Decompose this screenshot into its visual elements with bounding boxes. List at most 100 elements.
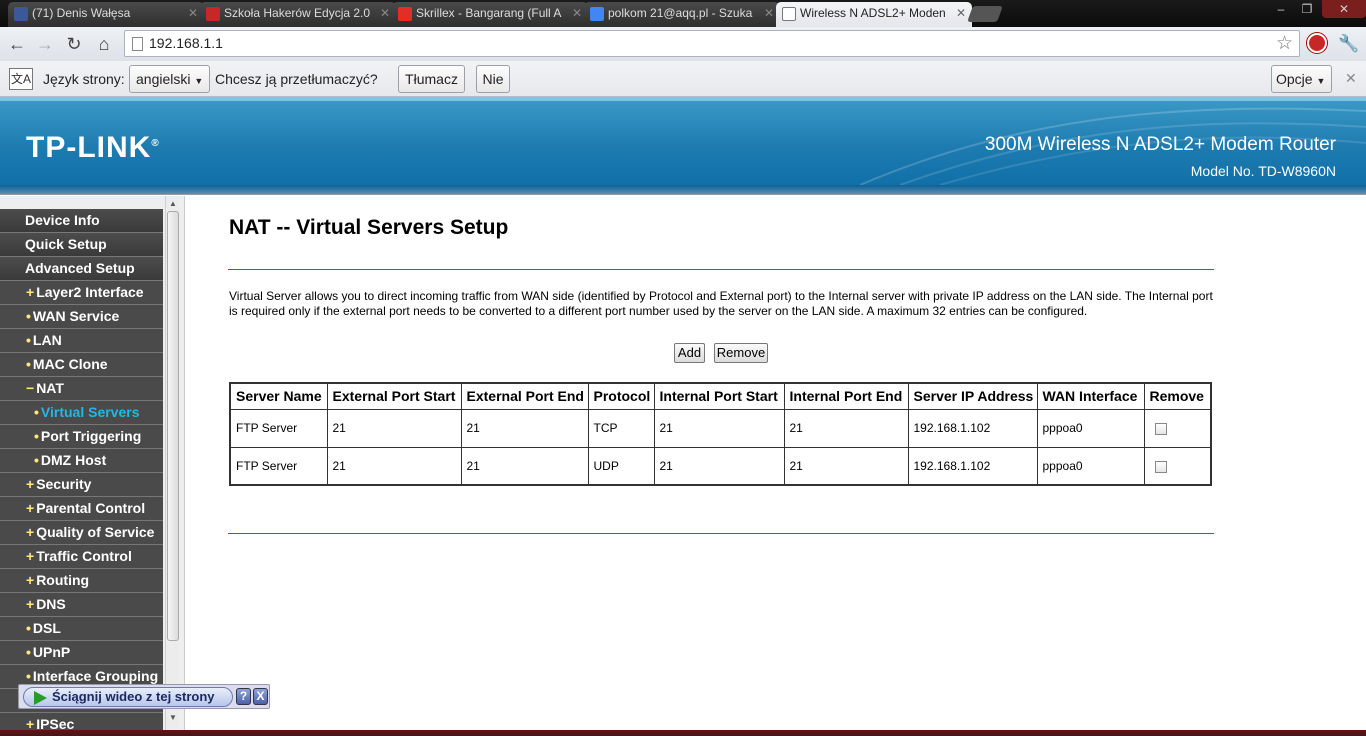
remove-checkbox[interactable] [1154,422,1167,435]
add-button[interactable]: Add [674,343,705,363]
wrench-icon[interactable]: 🔧 [1337,32,1361,56]
forward-icon[interactable]: → [33,32,57,56]
sidebar-item-label: MAC Clone [32,356,108,372]
translate-button[interactable]: Tłumacz [398,65,465,93]
favicon-icon [14,7,28,21]
bullet-icon: + [26,524,35,540]
minimize-icon[interactable]: ‒ [1268,0,1294,18]
sidebar-item-11[interactable]: + Security [0,473,163,497]
table-cell: 192.168.1.102 [907,408,1038,448]
sidebar-item-15[interactable]: + Routing [0,569,163,593]
column-header: Internal Port Start [653,382,785,410]
options-button[interactable]: Opcje ▼ [1271,65,1332,93]
sidebar-item-6[interactable]: • MAC Clone [0,353,163,377]
sidebar-item-16[interactable]: + DNS [0,593,163,617]
tab-title: Szkoła Hakerów Edycja 2.0 [224,6,371,20]
url-text[interactable]: 192.168.1.1 [149,35,223,51]
tab-close-icon[interactable]: ✕ [764,2,774,24]
sidebar-item-13[interactable]: + Quality of Service [0,521,163,545]
scroll-thumb[interactable] [167,211,179,641]
sidebar-item-5[interactable]: • LAN [0,329,163,353]
remove-cell [1143,408,1212,448]
tab-3[interactable]: polkom 21@aqq.pl - Szuka ✕ [584,2,780,27]
sidebar-item-label: DNS [36,596,66,612]
tab-close-icon[interactable]: ✕ [572,2,582,24]
sidebar-item-label: Security [36,476,92,492]
reload-icon[interactable]: ↻ [62,32,86,56]
table-cell: 21 [653,446,785,486]
sidebar-item-label: NAT [36,380,64,396]
sidebar-item-label: DMZ Host [40,452,107,468]
tab-1[interactable]: Szkoła Hakerów Edycja 2.0 ✕ [200,2,396,27]
sidebar-item-10[interactable]: • DMZ Host [0,449,163,473]
bullet-icon: • [34,428,39,444]
tab-close-icon[interactable]: ✕ [380,2,390,24]
remove-checkbox[interactable] [1154,460,1167,473]
page-title: NAT -- Virtual Servers Setup [229,216,509,239]
router-header: TP-LINK® 300M Wireless N ADSL2+ Modem Ro… [0,97,1366,185]
sidebar-item-17[interactable]: • DSL [0,617,163,641]
table-cell: 21 [326,408,462,448]
bullet-icon: • [26,356,31,372]
favicon-icon [782,7,796,21]
sidebar-item-label: Device Info [25,212,100,228]
tab-4[interactable]: Wireless N ADSL2+ Moden ✕ [776,2,972,27]
maximize-icon[interactable]: ❐ [1294,0,1320,18]
logo-mark: ® [151,138,160,149]
no-button[interactable]: Nie [476,65,510,93]
logo-text: TP-LINK [26,131,152,164]
sidebar-item-18[interactable]: • UPnP [0,641,163,665]
remove-button[interactable]: Remove [714,343,768,363]
translate-close-icon[interactable]: ✕ [1345,70,1357,87]
sidebar-item-2[interactable]: Advanced Setup [0,257,163,281]
table-cell: TCP [587,408,655,448]
sidebar-item-1[interactable]: Quick Setup [0,233,163,257]
address-bar[interactable]: 192.168.1.1 ☆ [124,30,1300,57]
sidebar-item-7[interactable]: − NAT [0,377,163,401]
translate-bar: 文A Język strony: angielski ▼ Chcesz ją p… [0,61,1366,97]
tab-0[interactable]: (71) Denis Wałęsa ✕ [8,2,204,27]
sidebar-item-label: Port Triggering [40,428,142,444]
sidebar-item-8[interactable]: • Virtual Servers [0,401,163,425]
model-number: Model No. TD-W8960N [1190,163,1336,179]
back-icon[interactable]: ← [5,32,29,56]
tab-close-icon[interactable]: ✕ [188,2,198,24]
sidebar-scrollbar[interactable]: ▲ ▼ [165,196,179,736]
sidebar-item-14[interactable]: + Traffic Control [0,545,163,569]
table-cell: FTP Server [229,408,328,448]
sidebar-item-4[interactable]: • WAN Service [0,305,163,329]
table-cell: 21 [783,446,909,486]
options-label: Opcje [1276,71,1313,87]
table-cell: pppoa0 [1036,446,1145,486]
virtual-servers-table: Server Name External Port Start External P… [229,382,1212,486]
column-header: Server IP Address [907,382,1038,410]
language-label: Język strony: [43,71,125,87]
column-header: Server Name [229,382,328,410]
table-cell: 192.168.1.102 [907,446,1038,486]
translate-question: Chcesz ją przetłumaczyć? [215,71,378,87]
scroll-up-icon[interactable]: ▲ [166,197,180,211]
download-video-button[interactable]: Ściągnij wideo z tej strony [23,687,233,707]
language-value: angielski [136,71,191,87]
tab-title: Wireless N ADSL2+ Moden [800,6,946,20]
main-content: NAT -- Virtual Servers Setup Virtual Ser… [186,196,1366,736]
help-icon[interactable]: ? [236,688,251,705]
language-select[interactable]: angielski ▼ [129,65,210,93]
table-cell: 21 [326,446,462,486]
close-icon[interactable]: X [253,688,268,705]
tab-2[interactable]: Skrillex - Bangarang (Full A ✕ [392,2,588,27]
sidebar-item-0[interactable]: Device Info [0,209,163,233]
scroll-down-icon[interactable]: ▼ [166,711,180,725]
home-icon[interactable]: ⌂ [92,32,116,56]
sidebar-item-9[interactable]: • Port Triggering [0,425,163,449]
window-close-icon[interactable]: ✕ [1322,0,1366,18]
translate-icon: 文A [9,68,33,90]
sidebar: Device Info Quick Setup Advanced Setup + Lay… [0,196,185,736]
new-tab-button[interactable] [967,6,1003,22]
tab-close-icon[interactable]: ✕ [956,2,966,24]
star-icon[interactable]: ☆ [1276,32,1293,55]
extension-icon[interactable] [1307,33,1327,53]
sidebar-item-12[interactable]: + Parental Control [0,497,163,521]
divider [228,533,1214,534]
sidebar-item-3[interactable]: + Layer2 Interface [0,281,163,305]
